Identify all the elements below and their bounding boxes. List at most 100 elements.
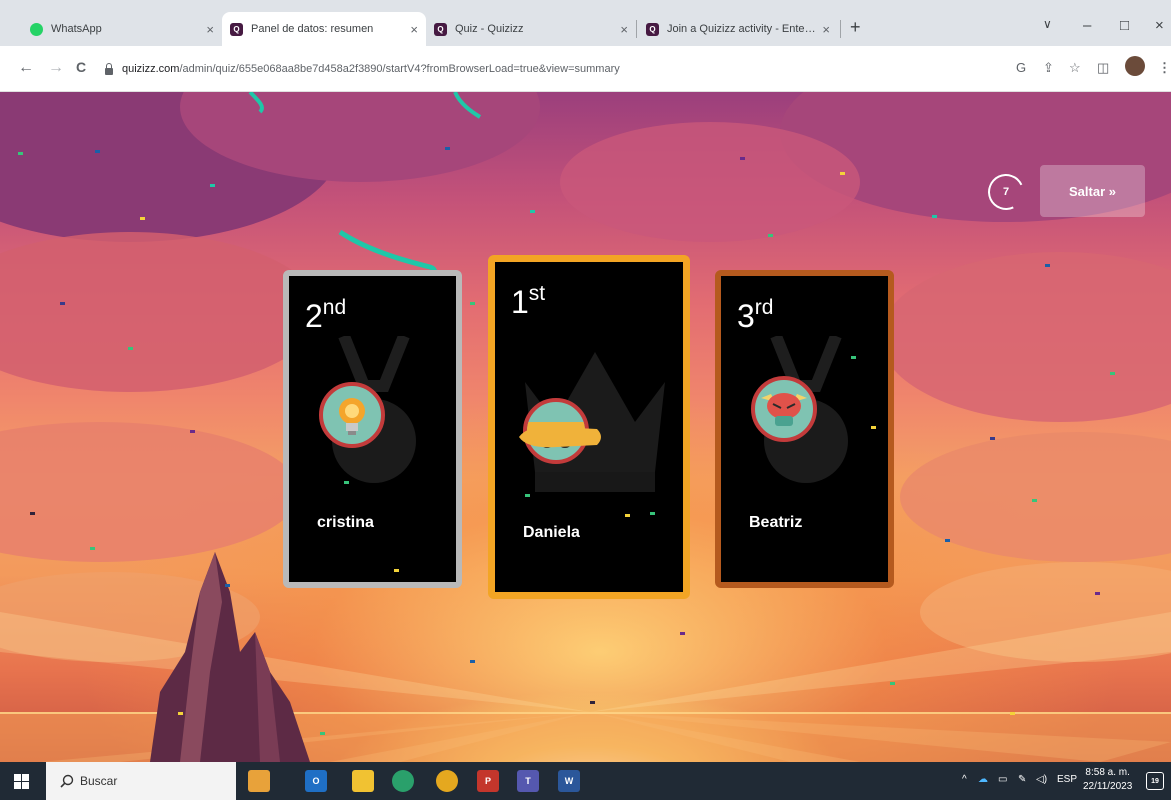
whatsapp-icon [30,22,43,36]
profile-avatar[interactable] [1125,56,1145,76]
podium-card-third: 3rd Beatriz [715,270,894,588]
quizizz-icon: Q [646,22,659,36]
tab-title: Panel de datos: resumen [251,23,374,35]
tab-separator [636,20,637,38]
confetti [18,152,23,155]
briefcase-app-icon[interactable] [248,770,270,792]
volume-icon[interactable]: ◁) [1036,774,1047,785]
confetti [650,512,655,515]
taskbar-clock[interactable]: 8:58 a. m. 22/11/2023 [1083,766,1132,794]
confetti [178,712,183,715]
monster-face-icon [761,393,807,426]
confetti [394,569,399,572]
sleep-mask-icon [519,426,601,448]
url-text: quizizz.com/admin/quiz/655e068aa8be7d458… [122,63,620,75]
confetti [680,632,685,635]
language-indicator[interactable]: ESP [1057,774,1077,785]
tab-close-icon[interactable]: × [620,22,628,37]
rank-label: 2nd [305,296,347,334]
confetti [320,732,325,735]
powerpoint-icon[interactable]: P [477,770,499,792]
minimize-button[interactable]: – [1083,17,1091,34]
confetti [768,234,773,237]
confetti [871,426,876,429]
leaderboard-stage: 7 Saltar » 2nd cristina 1st Daniela 3rd … [0,92,1171,762]
tab-title: Join a Quizizz activity - Enter co [667,23,817,35]
confetti [1095,592,1100,595]
address-bar[interactable]: quizizz.com/admin/quiz/655e068aa8be7d458… [104,55,994,83]
browser-toolbar: ← → C quizizz.com/admin/quiz/655e068aa8b… [0,46,1171,92]
bookmark-star-icon[interactable]: ☆ [1069,60,1081,76]
windows-taskbar: Buscar O P T W ^ ☁ ▭ ✎ ◁) ESP 8:58 a. m.… [0,762,1171,800]
google-icon[interactable]: G [1016,60,1026,75]
lightbulb-avatar-icon [319,382,385,448]
podium-card-second: 2nd cristina [283,270,462,588]
onedrive-icon[interactable]: ☁ [978,774,988,785]
tab-whatsapp[interactable]: WhatsApp × [22,12,222,46]
confetti [60,302,65,305]
pen-icon[interactable]: ✎ [1018,774,1026,785]
confetti [210,184,215,187]
confetti [470,302,475,305]
windows-start-icon[interactable] [14,774,29,789]
reload-button[interactable]: C [76,59,86,75]
quizizz-icon: Q [230,22,243,36]
monster-avatar-icon [751,376,817,442]
tab-quiz-quizizz[interactable]: Q Quiz - Quizizz × [426,12,636,46]
lightbulb-icon [339,398,365,435]
confetti [1010,712,1015,715]
player-name: cristina [317,514,374,531]
player-name: Daniela [523,524,580,541]
side-panel-icon[interactable]: ◫ [1097,60,1109,76]
confetti [990,437,995,440]
close-window-button[interactable]: × [1155,17,1164,34]
tray-chevron-icon[interactable]: ^ [962,774,967,785]
confetti [525,494,530,497]
confetti [625,514,630,517]
confetti [90,547,95,550]
search-placeholder: Buscar [80,774,118,788]
file-explorer-icon[interactable] [352,770,374,792]
back-button[interactable]: ← [18,59,34,77]
player-name: Beatriz [749,514,803,531]
lock-icon [104,63,114,75]
confetti [932,215,937,218]
confetti [95,150,100,153]
word-icon[interactable]: W [558,770,580,792]
tab-close-icon[interactable]: × [206,22,214,37]
confetti [840,172,845,175]
confetti [30,512,35,515]
rank-label: 3rd [737,296,774,334]
menu-kebab-icon[interactable]: ⋮ [1158,60,1171,76]
confetti [140,217,145,220]
teams-icon[interactable]: T [517,770,539,792]
forward-button[interactable]: → [48,59,64,77]
confetti [1045,264,1050,267]
tab-close-icon[interactable]: × [822,22,830,37]
confetti [445,147,450,150]
tab-join-quizizz[interactable]: Q Join a Quizizz activity - Enter co × [638,12,838,46]
taskbar-search[interactable]: Buscar [46,762,236,800]
rank-label: 1st [511,282,546,320]
new-tab-button[interactable]: + [850,17,861,38]
tab-panel-de-datos[interactable]: Q Panel de datos: resumen × [222,12,426,46]
tab-search-dropdown-icon[interactable]: ∨ [1043,17,1052,31]
confetti [1110,372,1115,375]
confetti [590,701,595,704]
skip-button[interactable]: Saltar » [1040,165,1145,217]
notification-icon[interactable]: 19 [1146,772,1164,790]
skip-countdown-value: 7 [1002,186,1010,198]
edge-icon[interactable] [392,770,414,792]
maximize-button[interactable]: □ [1120,17,1129,34]
tab-separator [840,20,841,38]
tab-close-icon[interactable]: × [410,22,418,37]
network-icon[interactable]: ▭ [998,774,1007,785]
share-icon[interactable]: ⇪ [1043,60,1054,76]
outlook-icon[interactable]: O [305,770,327,792]
confetti [740,157,745,160]
notification-count: 19 [1151,777,1159,785]
chrome-icon[interactable] [436,770,458,792]
confetti [945,539,950,542]
search-icon [60,774,74,788]
confetti [190,430,195,433]
